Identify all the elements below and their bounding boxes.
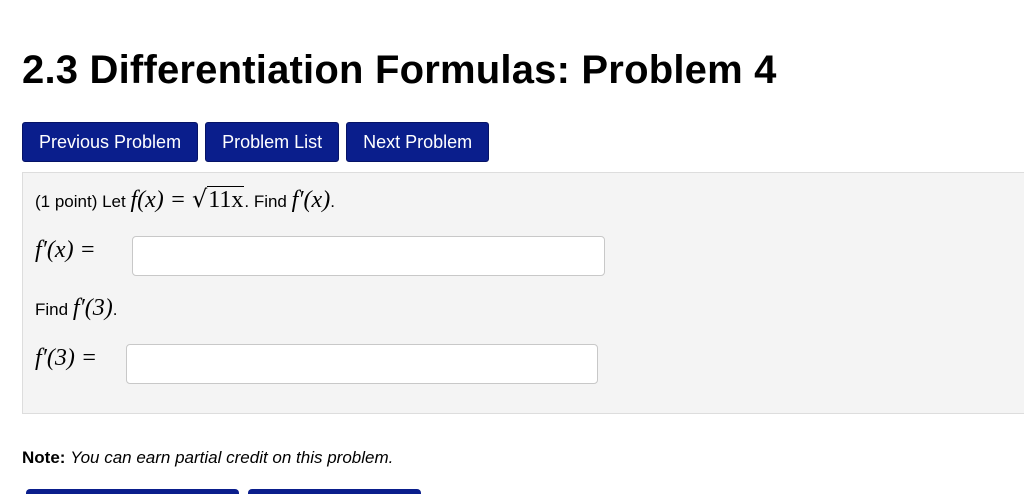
- note-label: Note:: [22, 448, 66, 467]
- second-question-period: .: [112, 300, 118, 319]
- partial-credit-note: Note: You can earn partial credit on thi…: [22, 448, 393, 468]
- statement-period: .: [330, 192, 335, 211]
- problem-page: 2.3 Differentiation Formulas: Problem 4 …: [0, 0, 1024, 494]
- answer2-label: f′(3) =: [35, 345, 97, 372]
- points-text: (1 point) Let: [35, 192, 126, 211]
- submit-button-partial[interactable]: [26, 489, 239, 494]
- problem-statement: (1 point) Let f(x) = √11x . Find f′(x) .: [35, 185, 335, 214]
- answer1-label-text: f′(x) =: [35, 237, 96, 263]
- find-text: . Find: [244, 192, 287, 211]
- problem-nav: Previous Problem Problem List Next Probl…: [22, 122, 490, 162]
- second-question: Find f′(3) .: [35, 295, 117, 322]
- answer2-label-text: f′(3) =: [35, 345, 98, 371]
- answer1-input[interactable]: [132, 236, 605, 276]
- answer1-label: f′(x) =: [35, 237, 96, 264]
- sqrt-icon: √: [191, 185, 208, 213]
- note-text: You can earn partial credit on this prob…: [70, 448, 394, 467]
- function-lhs: f(x) =: [130, 187, 186, 213]
- radicand: 11x: [207, 186, 245, 213]
- function-definition: f(x) = √11x: [130, 185, 245, 214]
- find2-text: Find: [35, 300, 69, 319]
- page-title: 2.3 Differentiation Formulas: Problem 4: [22, 48, 777, 92]
- problem-list-button[interactable]: Problem List: [205, 122, 340, 162]
- problem-body: (1 point) Let f(x) = √11x . Find f′(x) .…: [22, 172, 1024, 414]
- preview-button-partial[interactable]: [248, 489, 421, 494]
- find2-expression: f′(3): [72, 295, 113, 321]
- find-expression: f′(x): [291, 187, 331, 213]
- previous-problem-button[interactable]: Previous Problem: [22, 122, 199, 162]
- sqrt-expression: √11x: [191, 185, 245, 214]
- next-problem-button[interactable]: Next Problem: [346, 122, 490, 162]
- answer2-input[interactable]: [126, 344, 598, 384]
